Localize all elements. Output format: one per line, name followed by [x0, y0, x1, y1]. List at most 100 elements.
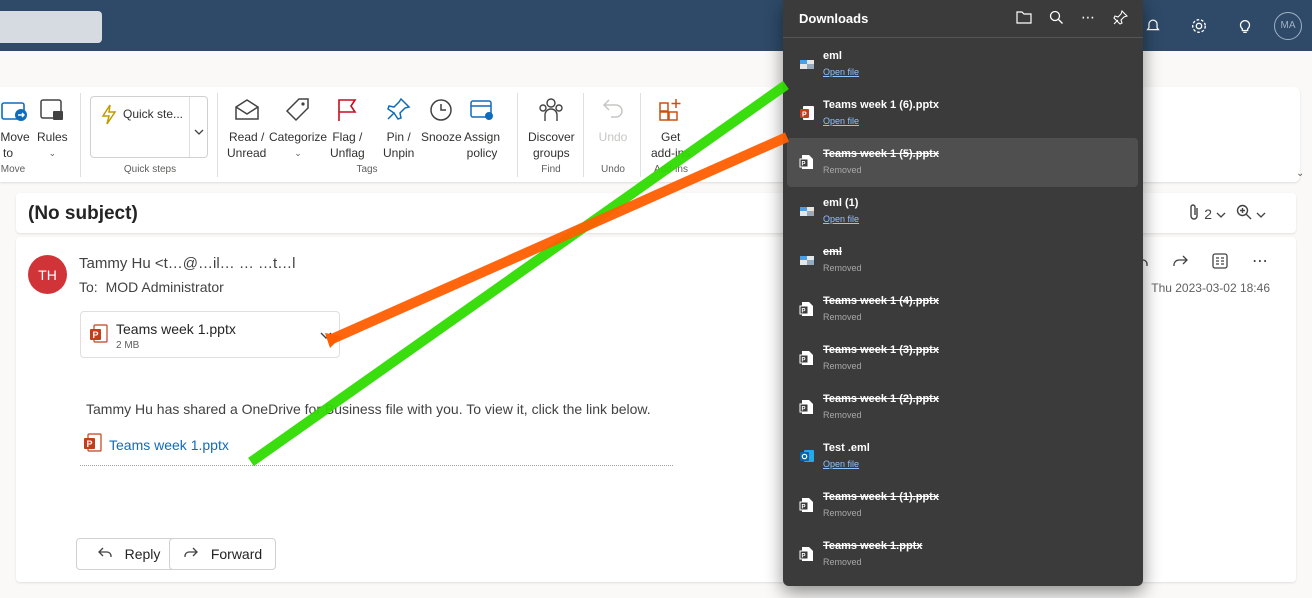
attachment-count-button[interactable]: 2 — [1188, 203, 1226, 224]
download-item-name: Teams week 1 (5).pptx — [823, 148, 939, 160]
ribbon-separator — [517, 93, 518, 177]
reply-icon — [97, 546, 113, 563]
file-icon: P — [799, 154, 815, 170]
open-file-link[interactable]: Open file — [823, 67, 859, 77]
download-item[interactable]: P Teams week 1.pptx Removed — [787, 530, 1138, 579]
lightbulb-icon[interactable] — [1222, 0, 1268, 51]
download-item[interactable]: eml (1) Open file — [787, 187, 1138, 236]
open-file-link[interactable]: Open file — [823, 116, 859, 126]
file-icon: P — [799, 546, 815, 562]
reply-button[interactable]: Reply — [76, 538, 181, 570]
attachment-card[interactable]: P Teams week 1.pptx 2 MB — [80, 311, 340, 358]
zoom-in-icon — [1236, 204, 1252, 223]
download-status: Removed — [823, 508, 862, 518]
pptx-icon: P — [89, 324, 109, 349]
snooze-button[interactable]: Snooze — [421, 95, 462, 145]
quick-steps-gallery[interactable]: Quick ste... — [90, 96, 208, 158]
get-addins-button[interactable]: Get add-ins — [651, 95, 690, 161]
assign-policy-label: Assign — [464, 130, 501, 144]
ribbon-expand-icon[interactable]: ⌄ — [1296, 168, 1304, 179]
svg-text:P: P — [802, 112, 807, 119]
file-icon: P — [799, 350, 815, 366]
zoom-button[interactable] — [1236, 204, 1266, 223]
pptx-icon: P — [83, 433, 103, 456]
move-to-button[interactable]: Move to — [0, 95, 30, 161]
addins-icon — [656, 95, 686, 125]
account-avatar[interactable]: MA — [1274, 11, 1302, 40]
folder-icon[interactable] — [1015, 8, 1033, 26]
gear-icon[interactable] — [1176, 0, 1222, 51]
group-label-addins: Add-ins — [654, 164, 688, 175]
download-item[interactable]: Test .eml Open file — [787, 432, 1138, 481]
search-icon[interactable] — [1047, 8, 1065, 26]
ribbon-separator — [80, 93, 81, 177]
message-date: Thu 2023-03-02 18:46 — [1151, 281, 1270, 295]
pin-unpin-button[interactable]: Pin / Unpin — [383, 95, 414, 161]
message-actions: ⋯ — [1130, 251, 1270, 271]
rules-button[interactable]: Rules ⌄ — [37, 95, 68, 161]
read-unread-label: Read / — [229, 130, 265, 144]
download-item[interactable]: P Teams week 1 (4).pptx Removed — [787, 285, 1138, 334]
to-line: To: MOD Administrator — [79, 279, 224, 295]
more-options-icon[interactable]: ⋯ — [1250, 251, 1270, 271]
download-item[interactable]: P Teams week 1 (6).pptx Open file — [787, 89, 1138, 138]
forward-button[interactable]: Forward — [169, 538, 276, 570]
file-icon: P — [799, 497, 815, 513]
download-item-name: Teams week 1.pptx — [823, 540, 923, 552]
download-status: Removed — [823, 165, 862, 175]
open-file-link[interactable]: Open file — [823, 214, 859, 224]
download-status: Removed — [823, 557, 862, 567]
pin-label: Pin / — [386, 130, 411, 144]
pin-label-2: Unpin — [383, 146, 415, 160]
categorize-button[interactable]: Categorize ⌄ — [269, 95, 327, 161]
download-item[interactable]: P Teams week 1 (3).pptx Removed — [787, 334, 1138, 383]
discover-groups-button[interactable]: Discover groups — [528, 95, 575, 161]
svg-text:P: P — [802, 554, 806, 560]
chevron-down-icon — [1216, 206, 1226, 222]
read-unread-button[interactable]: Read / Unread — [227, 95, 266, 161]
avatar[interactable]: TH — [28, 255, 67, 294]
discover-label-2: groups — [532, 146, 570, 160]
download-item-name: Teams week 1 (3).pptx — [823, 344, 939, 356]
rules-icon — [37, 95, 67, 125]
folder-move-icon — [0, 95, 30, 125]
search-box[interactable] — [0, 11, 102, 43]
recipient-name[interactable]: MOD Administrator — [106, 279, 224, 295]
attachment-size: 2 MB — [116, 340, 140, 351]
read-unread-label-2: Unread — [227, 146, 267, 160]
chevron-down-icon[interactable] — [319, 327, 333, 345]
download-item[interactable]: P Teams week 1 (2).pptx Removed — [787, 383, 1138, 432]
download-item-name: eml — [823, 246, 842, 258]
chevron-down-icon: ⌄ — [294, 148, 302, 158]
policy-icon — [467, 95, 497, 125]
get-addins-label-2: add-ins — [651, 146, 691, 160]
forward-icon[interactable] — [1170, 251, 1190, 271]
chevron-down-icon[interactable] — [194, 123, 204, 141]
forward-label: Forward — [210, 546, 263, 562]
file-link[interactable]: P Teams week 1.pptx — [83, 433, 229, 456]
download-status: Removed — [823, 410, 862, 420]
file-link-text[interactable]: Teams week 1.pptx — [109, 437, 229, 453]
flag-unflag-button[interactable]: Flag / Unflag — [330, 95, 365, 161]
open-file-link[interactable]: Open file — [823, 459, 859, 469]
immersive-reader-icon[interactable] — [1210, 251, 1230, 271]
download-item[interactable]: P Teams week 1 (5).pptx Removed — [787, 138, 1138, 187]
sender-name[interactable]: Tammy Hu <t…@…il… … …t…l — [79, 255, 296, 272]
download-item-name: Teams week 1 (1).pptx — [823, 491, 939, 503]
undo-button[interactable]: Undo — [598, 95, 628, 145]
download-item[interactable]: eml Removed — [787, 236, 1138, 285]
ribbon-separator — [583, 93, 584, 177]
flag-label: Flag / — [332, 130, 363, 144]
assign-policy-button[interactable]: Assign policy — [464, 95, 500, 161]
subject-tools: 2 — [1188, 203, 1266, 224]
pin-icon[interactable] — [1111, 8, 1129, 26]
more-options-icon[interactable]: ⋯ — [1079, 8, 1097, 26]
download-item[interactable]: eml Open file — [787, 40, 1138, 89]
download-item-name: eml (1) — [823, 197, 859, 209]
divider — [80, 465, 673, 466]
move-label-2: to — [2, 146, 13, 160]
downloads-header-actions: ⋯ — [1015, 8, 1129, 26]
download-item[interactable]: P Teams week 1 (1).pptx Removed — [787, 481, 1138, 530]
people-icon — [536, 95, 566, 125]
downloads-panel: Downloads ⋯ eml Open file P Teams week 1 (6… — [783, 0, 1143, 586]
